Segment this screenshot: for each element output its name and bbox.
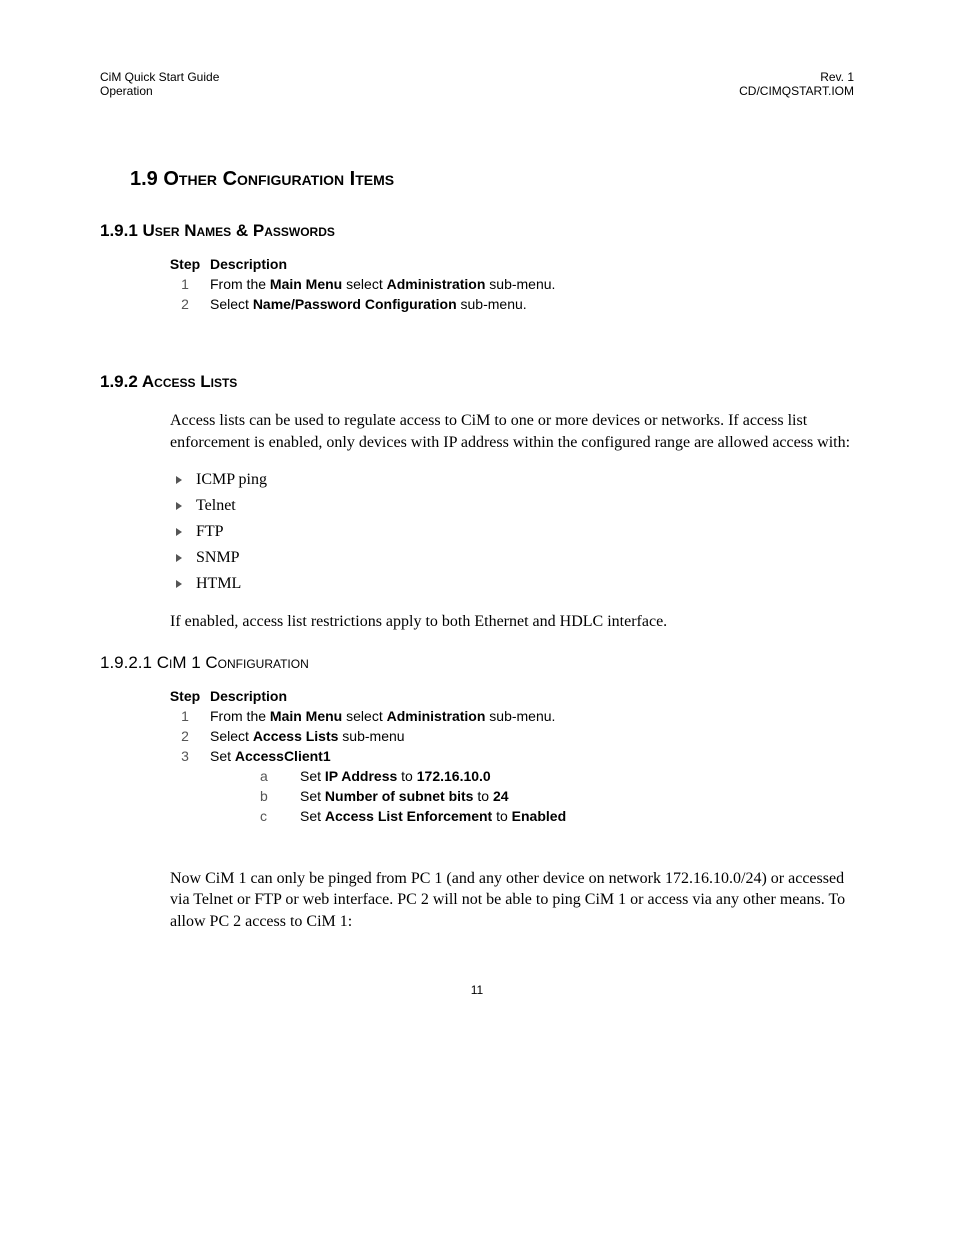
subsubsection-1921-heading: 1.9.2.1 CiM 1 Configuration [100,653,854,673]
table-header-step: Step [160,688,210,704]
bold-text: 172.16.10.0 [417,768,491,784]
page-header: CiM Quick Start Guide Operation Rev. 1 C… [100,70,854,98]
table-row: a Set IP Address to 172.16.10.0 [250,768,854,784]
step-description: Set AccessClient1 a Set IP Address to 17… [210,748,854,828]
bold-text: IP Address [325,768,397,784]
table-row: b Set Number of subnet bits to 24 [250,788,854,804]
step-description: Select Access Lists sub-menu [210,728,854,744]
substep-description: Set Number of subnet bits to 24 [300,788,854,804]
text: From the [210,708,270,724]
step-number: 1 [160,708,210,724]
body-paragraph: Now CiM 1 can only be pinged from PC 1 (… [170,868,854,933]
header-doc-title: CiM Quick Start Guide [100,70,219,84]
step-description: From the Main Menu select Administration… [210,708,854,724]
text: Select [210,728,253,744]
header-right: Rev. 1 CD/CIMQSTART.IOM [739,70,854,98]
text: select [342,708,386,724]
step-number: 1 [160,276,210,292]
section-heading: 1.9 Other Configuration Items [130,168,854,191]
bullet-list: ICMP ping Telnet FTP SNMP HTML [170,471,854,593]
text: sub-menu [338,728,404,744]
bold-text: AccessClient1 [235,748,331,764]
table-row: 1 From the Main Menu select Administrati… [160,708,854,724]
text: to [397,768,416,784]
text: sub-menu. [457,296,527,312]
table-header-row: Step Description [160,256,854,272]
substeps: a Set IP Address to 172.16.10.0 b Set Nu… [250,768,854,824]
bold-text: Access Lists [253,728,339,744]
text: Set [300,808,325,824]
table-header-description: Description [210,688,854,704]
step-description: Select Name/Password Configuration sub-m… [210,296,854,312]
step-number: 2 [160,728,210,744]
bold-text: Main Menu [270,276,342,292]
header-left: CiM Quick Start Guide Operation [100,70,219,98]
text: sub-menu. [485,276,555,292]
bold-text: Number of subnet bits [325,788,474,804]
bold-text: Administration [387,708,486,724]
text: Set [210,748,235,764]
bold-text: 24 [493,788,509,804]
section-title: Other Configuration Items [163,168,394,190]
text: sub-menu. [485,708,555,724]
text: to [473,788,492,804]
substep-letter: a [250,768,300,784]
header-revision: Rev. 1 [739,70,854,84]
subsection-191-heading: 1.9.1 User Names & Passwords [100,221,854,241]
text: to [492,808,511,824]
bold-text: Enabled [512,808,566,824]
text: From the [210,276,270,292]
steps-table-1921: Step Description 1 From the Main Menu se… [160,688,854,828]
bold-text: Name/Password Configuration [253,296,457,312]
table-header-step: Step [160,256,210,272]
page-number: 11 [100,983,854,997]
text: Set [300,768,325,784]
body-paragraph: If enabled, access list restrictions app… [170,611,854,633]
text: Select [210,296,253,312]
text: select [342,276,386,292]
step-number: 3 [160,748,210,764]
substep-letter: b [250,788,300,804]
step-description: From the Main Menu select Administration… [210,276,854,292]
list-item: HTML [170,575,854,593]
table-row: 2 Select Access Lists sub-menu [160,728,854,744]
bold-text: Administration [387,276,486,292]
list-item: ICMP ping [170,471,854,489]
substep-description: Set Access List Enforcement to Enabled [300,808,854,824]
subsection-192-heading: 1.9.2 Access Lists [100,372,854,392]
list-item: FTP [170,523,854,541]
bold-text: Main Menu [270,708,342,724]
section-number: 1.9 [130,168,158,190]
substep-letter: c [250,808,300,824]
table-row: 2 Select Name/Password Configuration sub… [160,296,854,312]
table-row: c Set Access List Enforcement to Enabled [250,808,854,824]
table-header-description: Description [210,256,854,272]
table-row: 3 Set AccessClient1 a Set IP Address to … [160,748,854,828]
list-item: Telnet [170,497,854,515]
bold-text: Access List Enforcement [325,808,492,824]
text: Set [300,788,325,804]
substep-description: Set IP Address to 172.16.10.0 [300,768,854,784]
body-paragraph: Access lists can be used to regulate acc… [170,410,854,453]
steps-table-191: Step Description 1 From the Main Menu se… [160,256,854,312]
step-number: 2 [160,296,210,312]
table-header-row: Step Description [160,688,854,704]
header-doc-subtitle: Operation [100,84,219,98]
header-doc-id: CD/CIMQSTART.IOM [739,84,854,98]
list-item: SNMP [170,549,854,567]
table-row: 1 From the Main Menu select Administrati… [160,276,854,292]
